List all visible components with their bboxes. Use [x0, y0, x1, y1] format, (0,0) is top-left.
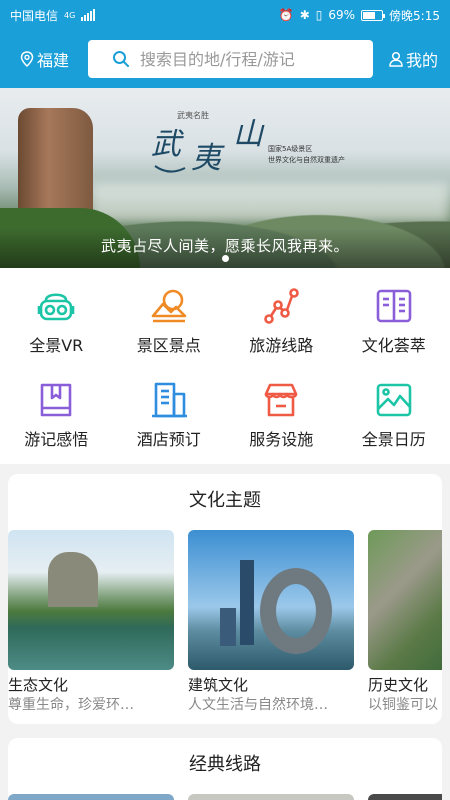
- route-thumbnail[interactable]: [8, 794, 174, 800]
- search-input[interactable]: [140, 49, 359, 69]
- nav-item-label: 酒店预订: [136, 430, 201, 449]
- culture-tile-name: 生态文化: [8, 676, 69, 694]
- location-pin-icon: [20, 51, 34, 67]
- nav-item-hotel-booking[interactable]: 酒店预订: [113, 368, 226, 462]
- culture-image-architecture: [188, 530, 354, 670]
- svg-text:山: 山: [233, 117, 265, 152]
- search-bar[interactable]: [88, 40, 373, 78]
- vibrate-icon: ▯: [315, 8, 323, 22]
- culture-tile-desc: 人文生活与自然环境…: [188, 697, 328, 713]
- network-type: 4G: [64, 10, 76, 20]
- top-bar: 福建 我的: [0, 30, 450, 88]
- route-path-icon: [264, 288, 300, 324]
- section-title: 经典线路: [189, 754, 261, 775]
- banner-caption: 武夷占尽人间美，愿乘长风我再来。: [100, 237, 349, 255]
- carousel-dot-active[interactable]: [221, 255, 229, 262]
- journal-bookmark-icon: [40, 383, 72, 417]
- vr-headset-icon: [37, 293, 75, 321]
- search-icon: [113, 51, 129, 67]
- route-thumbnail[interactable]: [368, 794, 442, 800]
- svg-text:武: 武: [151, 127, 184, 162]
- banner-side-note-line: 世界文化与自然双重遗产: [268, 156, 345, 164]
- culture-tile[interactable]: 建筑文化 人文生活与自然环境…: [188, 530, 354, 714]
- my-account-label: 我的: [405, 51, 438, 70]
- carousel-dots: [0, 255, 450, 262]
- alarm-icon: ⏰: [278, 8, 294, 22]
- user-icon: [389, 51, 403, 67]
- culture-theme-section: 文化主题 生态文化 尊重生命，珍爱环… 建筑文化 人文生活与自然环境… 历史文化…: [8, 474, 442, 724]
- nav-item-label: 全景VR: [29, 336, 84, 355]
- banner-calligraphy-logo: 武 夷 山: [151, 117, 265, 176]
- landscape-calendar-icon: [376, 383, 412, 417]
- route-carousel[interactable]: [8, 794, 442, 800]
- nav-item-label: 全景日历: [361, 430, 426, 449]
- culture-tile[interactable]: 生态文化 尊重生命，珍爱环…: [8, 530, 174, 714]
- nav-item-service-facilities[interactable]: 服务设施: [225, 368, 338, 462]
- classic-routes-section: 经典线路: [8, 738, 442, 800]
- banner-side-note: 国家5A级景区 世界文化与自然双重遗产: [268, 144, 345, 166]
- nav-item-vr[interactable]: 全景VR: [0, 274, 113, 368]
- culture-image-eco: [8, 530, 174, 670]
- nav-item-scenic-spots[interactable]: 景区景点: [113, 274, 226, 368]
- banner-side-note-line: 国家5A级景区: [268, 145, 313, 153]
- nav-item-label: 景区景点: [136, 336, 201, 355]
- nav-item-travel-notes[interactable]: 游记感悟: [0, 368, 113, 462]
- culture-tile-name: 建筑文化: [188, 676, 249, 694]
- culture-tile[interactable]: 历史文化 以铜鉴可以: [368, 530, 442, 714]
- mountain-sun-icon: [151, 289, 187, 323]
- nav-item-label: 游记感悟: [24, 430, 89, 449]
- banner-carousel[interactable]: 武夷名胜 武 夷 山 国家5A级景区 世界文化与自然双重遗产 武夷占尽人间美，愿…: [0, 88, 450, 268]
- nav-item-label: 旅游线路: [249, 336, 314, 355]
- battery-icon: [361, 9, 386, 21]
- open-book-icon: [376, 289, 412, 323]
- route-thumbnail[interactable]: [188, 794, 354, 800]
- battery-percent: 69%: [328, 8, 356, 22]
- nav-item-travel-routes[interactable]: 旅游线路: [225, 274, 338, 368]
- signal-icon: [81, 9, 96, 21]
- culture-tile-desc: 尊重生命，珍爱环…: [8, 697, 134, 713]
- hotel-building-icon: [151, 382, 187, 418]
- culture-tile-name: 历史文化: [368, 676, 429, 694]
- carrier-name: 中国电信: [10, 8, 59, 23]
- nav-item-label: 文化荟萃: [361, 336, 426, 355]
- quick-nav-grid: 全景VR 景区景点 旅游线路 文化荟萃 游记感悟 酒店预订 服务设施 全景日历: [0, 268, 450, 464]
- shop-store-icon: [264, 383, 298, 417]
- section-title: 文化主题: [189, 490, 261, 511]
- culture-image-history: [368, 530, 442, 670]
- location-selector[interactable]: 福建: [20, 47, 72, 71]
- clock-time: 傍晚5:15: [389, 8, 440, 23]
- culture-carousel[interactable]: 生态文化 尊重生命，珍爱环… 建筑文化 人文生活与自然环境… 历史文化 以铜鉴可…: [8, 524, 442, 724]
- nav-item-panorama-calendar[interactable]: 全景日历: [338, 368, 450, 462]
- my-account-button[interactable]: 我的: [389, 47, 438, 71]
- nav-item-label: 服务设施: [249, 430, 314, 449]
- svg-text:夷: 夷: [191, 141, 225, 176]
- culture-tile-desc: 以铜鉴可以: [368, 697, 438, 713]
- bluetooth-icon: ✱: [299, 8, 310, 22]
- status-bar: 中国电信 4G ⏰ ✱ ▯ 69% 傍晚5:15: [0, 0, 450, 30]
- location-label: 福建: [37, 51, 70, 70]
- nav-item-culture[interactable]: 文化荟萃: [338, 274, 450, 368]
